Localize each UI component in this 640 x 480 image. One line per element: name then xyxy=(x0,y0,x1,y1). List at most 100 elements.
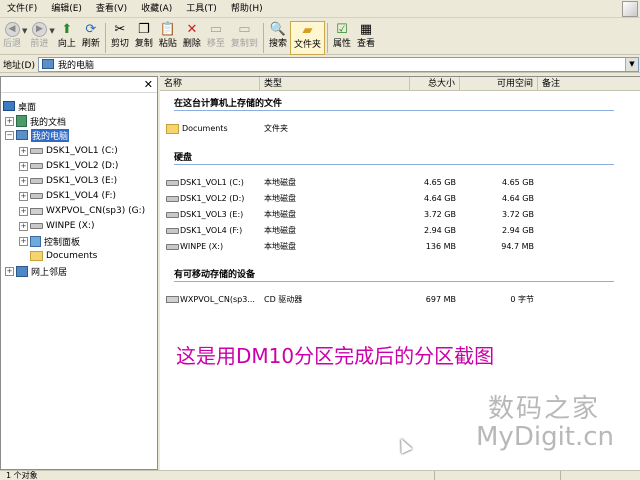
list-row-drive-c[interactable]: DSK1_VOL1 (C:) 本地磁盘 4.65 GB 4.65 GB xyxy=(160,175,640,190)
expand-icon[interactable]: + xyxy=(5,116,14,126)
expand-icon[interactable]: + xyxy=(19,206,28,216)
expand-icon[interactable]: + xyxy=(19,176,28,186)
expand-icon[interactable]: + xyxy=(19,146,28,156)
list-row-documents[interactable]: Documents 文件夹 xyxy=(160,121,640,136)
hard-drive-icon xyxy=(30,193,43,199)
refresh-icon: ⟳ xyxy=(85,22,97,37)
menu-bar: 文件(F) 编辑(E) 查看(V) 收藏(A) 工具(T) 帮助(H) xyxy=(0,0,640,18)
view-button[interactable]: ▦ 查看 xyxy=(354,21,378,55)
folder-icon xyxy=(166,124,179,134)
hard-drive-icon xyxy=(166,212,179,218)
list-row-drive-f[interactable]: DSK1_VOL4 (F:) 本地磁盘 2.94 GB 2.94 GB xyxy=(160,223,640,238)
menu-tools[interactable]: 工具(T) xyxy=(179,0,224,18)
folder-up-icon: ⬆ xyxy=(61,22,73,37)
menu-edit[interactable]: 编辑(E) xyxy=(44,0,89,18)
move-to-button[interactable]: ▭ 移至 xyxy=(204,21,228,55)
menu-favorites[interactable]: 收藏(A) xyxy=(134,0,179,18)
tree-item-drive-c[interactable]: + DSK1_VOL1 (C:) xyxy=(19,144,118,158)
computer-icon xyxy=(41,59,54,69)
row-type: 文件夹 xyxy=(264,124,288,133)
properties-icon: ☑ xyxy=(336,22,348,37)
column-header-name[interactable]: 名称 xyxy=(160,77,260,91)
scissors-icon: ✂ xyxy=(114,22,126,37)
copy-to-button[interactable]: ▭ 复制到 xyxy=(228,21,261,55)
back-button[interactable]: ◀ 后退 xyxy=(0,21,24,55)
list-row-drive-d[interactable]: DSK1_VOL2 (D:) 本地磁盘 4.64 GB 4.64 GB xyxy=(160,191,640,206)
caption-text: 这是用DM10分区完成后的分区截图 xyxy=(176,344,495,368)
search-button[interactable]: 🔍 搜索 xyxy=(266,21,290,55)
row-free: 4.65 GB xyxy=(501,178,534,187)
tree-item-my-computer[interactable]: − 我的电脑 xyxy=(5,128,70,142)
menu-help[interactable]: 帮助(H) xyxy=(224,0,270,18)
tree-item-drive-f[interactable]: + DSK1_VOL4 (F:) xyxy=(19,189,116,203)
forward-button[interactable]: ▶ 前进 xyxy=(27,21,51,55)
menu-view[interactable]: 查看(V) xyxy=(89,0,134,18)
column-header-free[interactable]: 可用空间 xyxy=(460,77,538,91)
tree-item-network-places[interactable]: + 网上邻居 xyxy=(5,264,67,278)
status-bar: 1 个对象 xyxy=(0,470,640,480)
refresh-button[interactable]: ⟳ 刷新 xyxy=(79,21,103,55)
control-panel-icon xyxy=(30,235,41,247)
expand-icon[interactable]: + xyxy=(19,221,28,231)
list-row-drive-x[interactable]: WINPE (X:) 本地磁盘 136 MB 94.7 MB xyxy=(160,239,640,254)
up-button[interactable]: ⬆ 向上 xyxy=(55,21,79,55)
watermark-line1: 数码之家 xyxy=(488,394,601,424)
view-grid-icon: ▦ xyxy=(359,22,373,37)
row-total: 136 MB xyxy=(425,242,456,251)
menu-file[interactable]: 文件(F) xyxy=(0,0,44,18)
back-arrow-icon: ◀ xyxy=(3,21,21,38)
list-row-drive-e[interactable]: DSK1_VOL3 (E:) 本地磁盘 3.72 GB 3.72 GB xyxy=(160,207,640,222)
tree-item-desktop[interactable]: 桌面 xyxy=(3,99,36,113)
row-type: CD 驱动器 xyxy=(264,295,303,304)
close-icon[interactable]: ✕ xyxy=(144,78,153,91)
tree-item-documents[interactable]: Documents xyxy=(30,249,97,263)
desktop-icon xyxy=(3,101,15,111)
chevron-down-icon[interactable]: ▼ xyxy=(625,57,638,71)
search-icon: 🔍 xyxy=(269,22,287,37)
expand-icon[interactable]: + xyxy=(19,191,28,201)
group-header-removable: 有可移动存储的设备 xyxy=(174,270,256,280)
row-total: 4.65 GB xyxy=(423,178,456,187)
forward-arrow-icon: ▶ xyxy=(30,21,48,38)
windows-logo-icon xyxy=(622,1,638,17)
hard-drive-icon xyxy=(166,196,179,202)
list-row-drive-g[interactable]: WXPVOL_CN(sp3... CD 驱动器 697 MB 0 字节 xyxy=(160,292,640,307)
row-free: 94.7 MB xyxy=(501,242,534,251)
row-name: WXPVOL_CN(sp3... xyxy=(180,295,255,304)
row-free: 2.94 GB xyxy=(501,226,534,235)
row-name: DSK1_VOL3 (E:) xyxy=(180,210,244,219)
tree-item-drive-g[interactable]: + WXPVOL_CN(sp3) (G:) xyxy=(19,204,145,218)
move-to-icon: ▭ xyxy=(209,22,223,37)
column-header-total[interactable]: 总大小 xyxy=(410,77,460,91)
copy-button[interactable]: ❐ 复制 xyxy=(132,21,156,55)
address-input[interactable]: 我的电脑 ▼ xyxy=(37,56,639,72)
column-header-type[interactable]: 类型 xyxy=(260,77,410,91)
paste-button[interactable]: 📋 粘贴 xyxy=(156,21,180,55)
tree-item-control-panel[interactable]: + 控制面板 xyxy=(19,234,80,248)
column-header-notes[interactable]: 备注 xyxy=(538,77,640,91)
address-bar: 地址(D) 我的电脑 ▼ xyxy=(0,56,640,73)
group-header-stored: 在这台计算机上存储的文件 xyxy=(174,99,283,109)
row-total: 2.94 GB xyxy=(423,226,456,235)
hard-drive-icon xyxy=(30,223,43,229)
row-total: 4.64 GB xyxy=(423,194,456,203)
expand-icon[interactable]: + xyxy=(19,161,28,171)
group-header-hdd: 硬盘 xyxy=(174,153,193,163)
row-name: WINPE (X:) xyxy=(180,242,224,251)
watermark-line2: MyDigit.cn xyxy=(476,422,615,452)
row-name: DSK1_VOL2 (D:) xyxy=(180,194,245,203)
expand-icon[interactable]: + xyxy=(19,236,28,246)
collapse-icon[interactable]: − xyxy=(5,130,14,140)
expand-icon[interactable]: + xyxy=(5,266,14,276)
address-label: 地址(D) xyxy=(3,60,35,71)
properties-button[interactable]: ☑ 属性 xyxy=(330,21,354,55)
column-header-row: 名称 类型 总大小 可用空间 备注 xyxy=(160,77,640,91)
tree-item-my-documents[interactable]: + 我的文档 xyxy=(5,114,66,128)
tree-item-drive-d[interactable]: + DSK1_VOL2 (D:) xyxy=(19,159,118,173)
tree-item-drive-x[interactable]: + WINPE (X:) xyxy=(19,219,94,233)
folders-button[interactable]: ▰ 文件夹 xyxy=(289,21,325,55)
tree-item-drive-e[interactable]: + DSK1_VOL3 (E:) xyxy=(19,174,117,188)
row-type: 本地磁盘 xyxy=(264,210,296,219)
delete-button[interactable]: ✕ 删除 xyxy=(180,21,204,55)
cut-button[interactable]: ✂ 剪切 xyxy=(108,21,132,55)
